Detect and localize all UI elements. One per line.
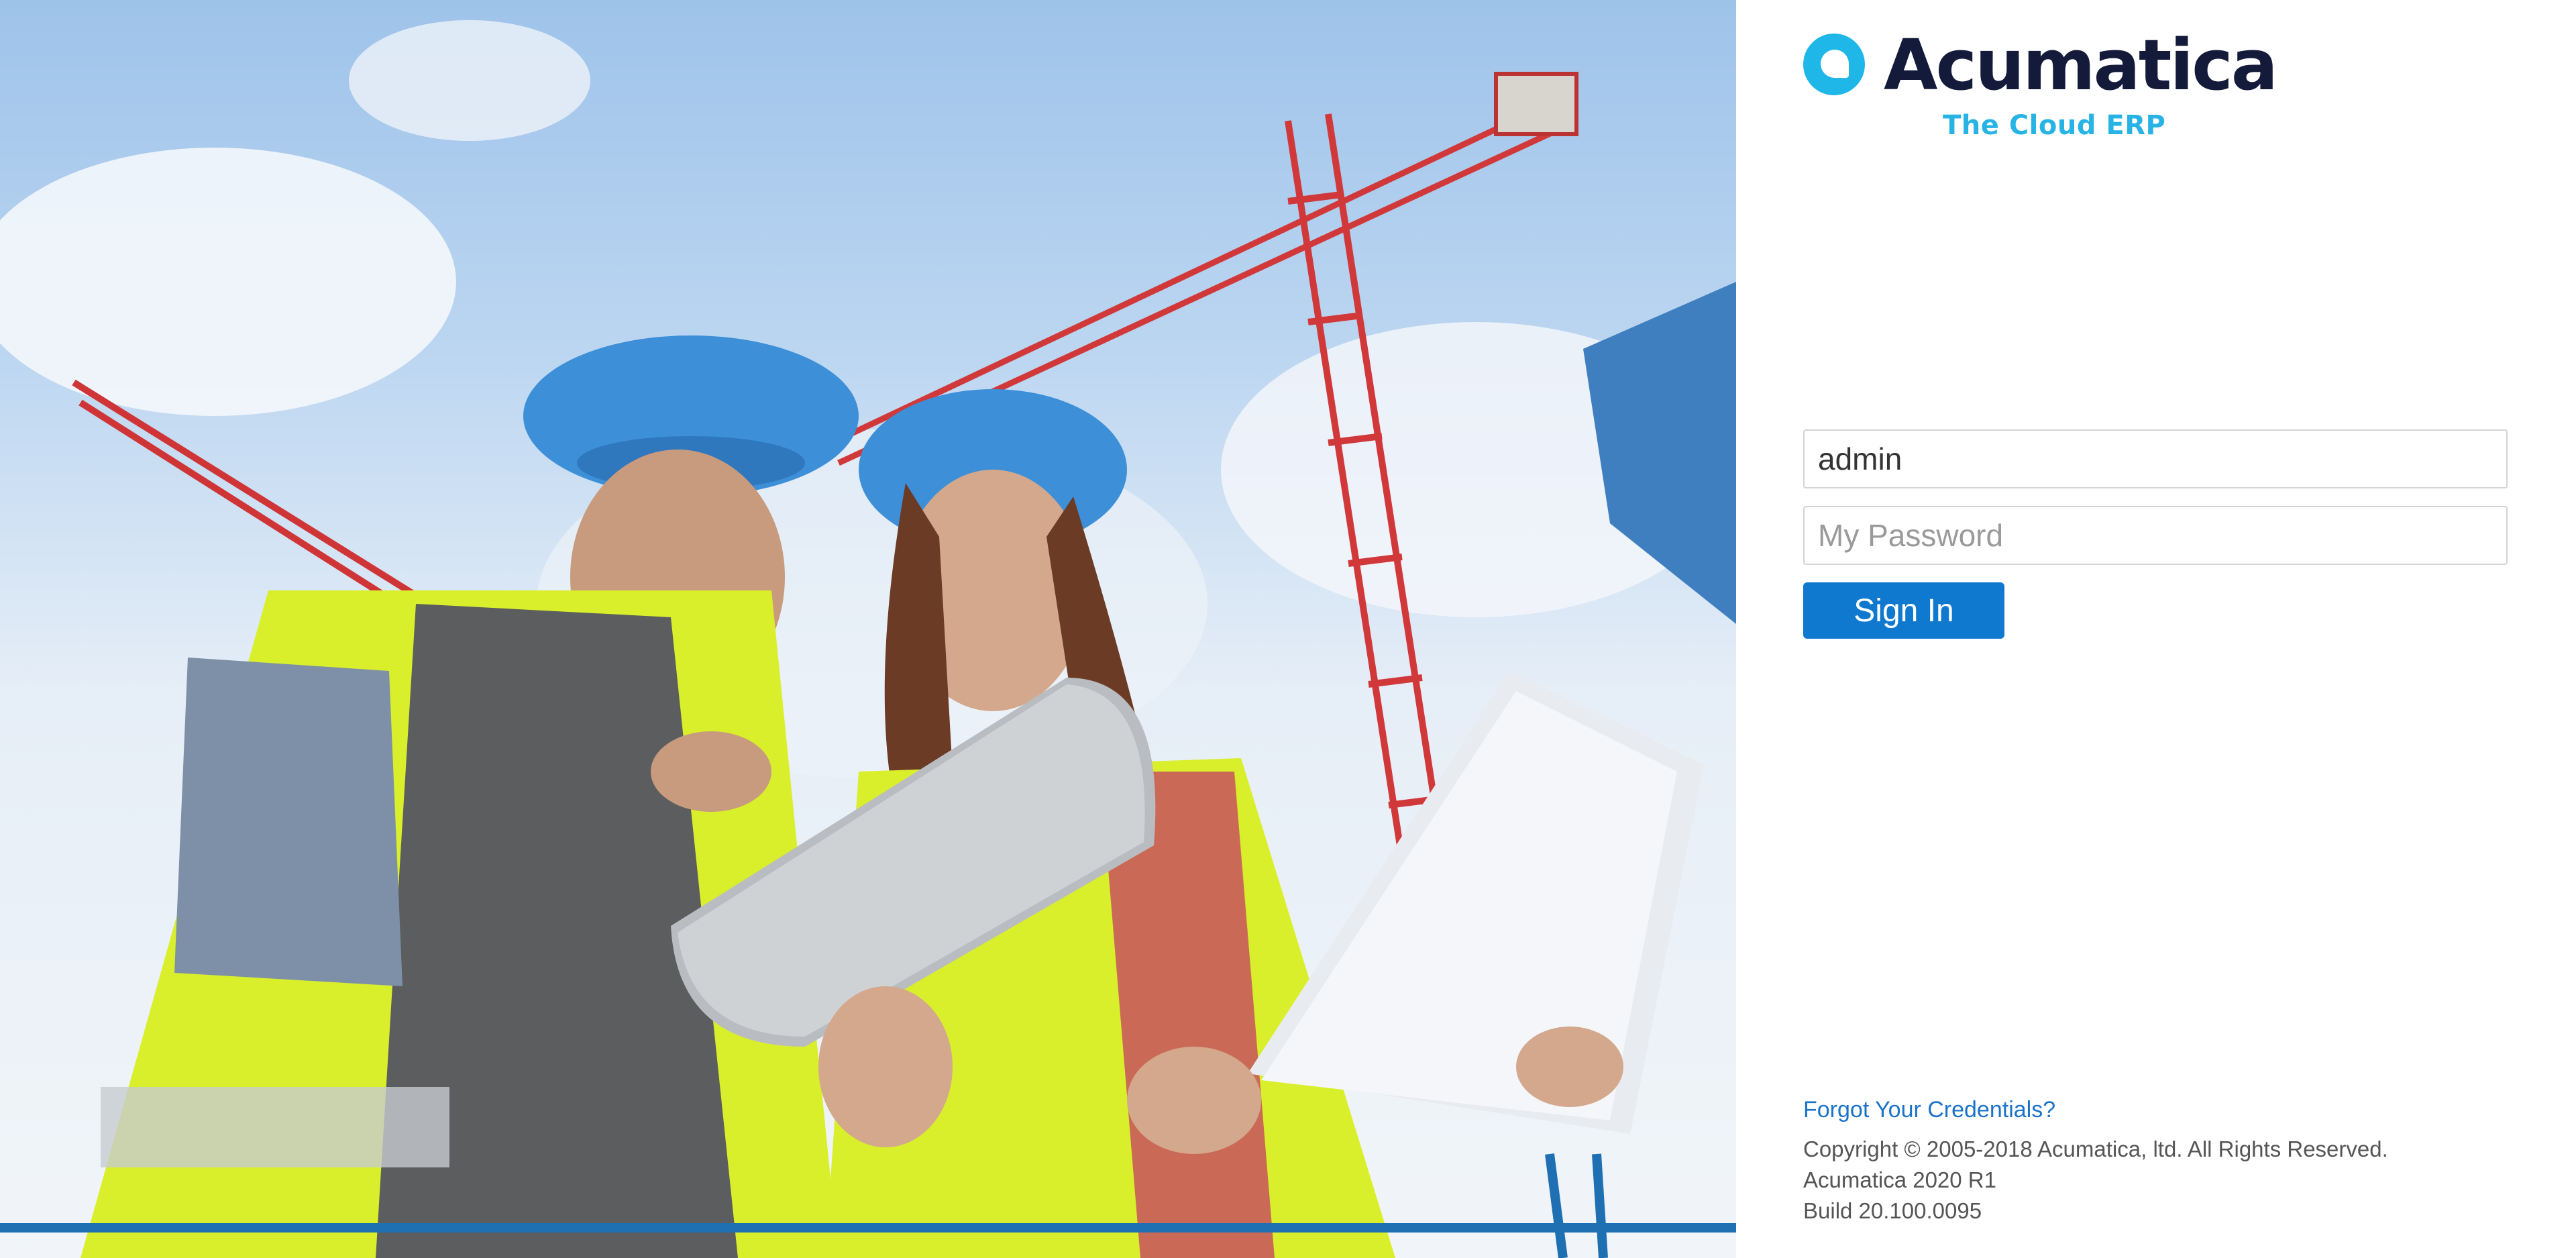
acumatica-logo: Acumatica The Cloud ERP (1803, 24, 2278, 146)
build-text: Build 20.100.0095 (1803, 1198, 1982, 1223)
username-input[interactable] (1803, 429, 2508, 488)
login-panel: Acumatica The Cloud ERP Sign In Forgot Y… (1736, 0, 2576, 1258)
login-page: Acumatica The Cloud ERP Sign In Forgot Y… (0, 0, 2576, 1258)
sign-in-button[interactable]: Sign In (1803, 582, 2004, 639)
logo-tagline: The Cloud ERP (1943, 110, 2166, 141)
construction-workers-illustration (0, 20, 1736, 1258)
version-text: Acumatica 2020 R1 (1803, 1167, 1996, 1192)
copyright-text: Copyright © 2005-2018 Acumatica, ltd. Al… (1803, 1137, 2388, 1161)
forgot-credentials-link[interactable]: Forgot Your Credentials? (1803, 1097, 2055, 1123)
hero-photo (0, 0, 1736, 1258)
password-input[interactable] (1803, 506, 2508, 565)
acumatica-logo-icon (1803, 34, 1865, 95)
logo-wordmark: Acumatica (1884, 24, 2278, 106)
